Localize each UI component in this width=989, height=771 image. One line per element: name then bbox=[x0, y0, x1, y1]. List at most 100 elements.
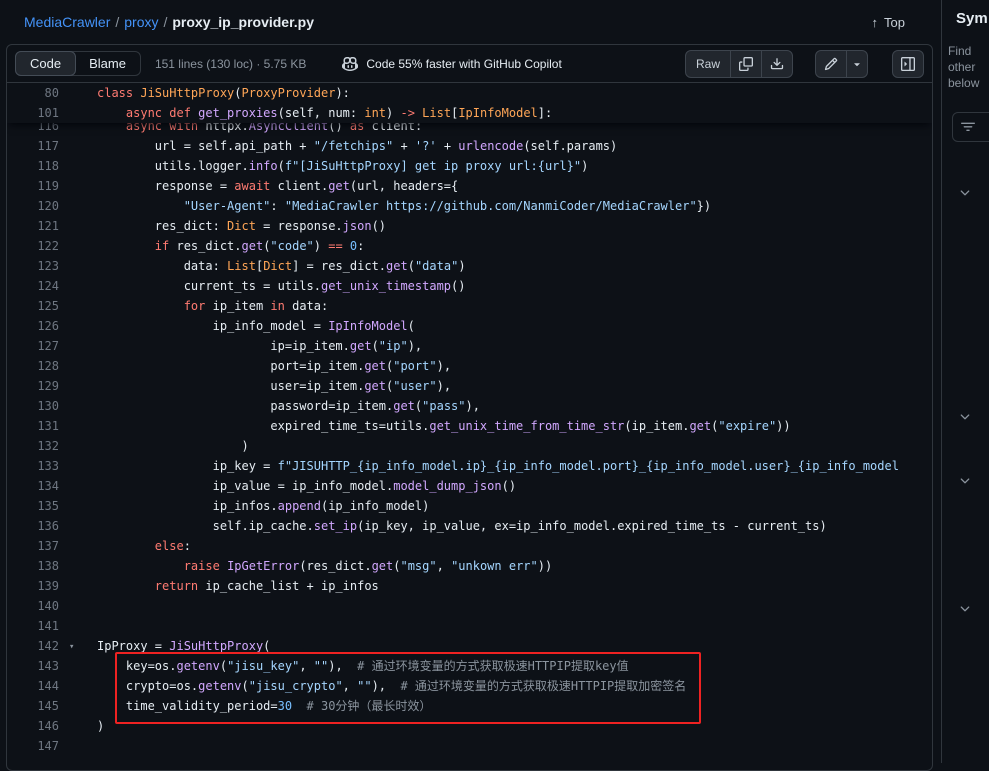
line-number[interactable]: 121 bbox=[7, 216, 59, 236]
symbols-hint-line: Find bbox=[948, 43, 989, 59]
line-number[interactable]: 132 bbox=[7, 436, 59, 456]
symbol-section-toggle[interactable] bbox=[958, 410, 972, 424]
line-number[interactable]: 124 bbox=[7, 276, 59, 296]
code-text: self.ip_cache.set_ip(ip_key, ip_value, e… bbox=[59, 516, 827, 536]
line-number[interactable]: 126 bbox=[7, 316, 59, 336]
code-text: url = self.api_path + "/fetchips" + '?' … bbox=[59, 136, 617, 156]
line-number[interactable]: 131 bbox=[7, 416, 59, 436]
code-line: 133 ip_key = f"JISUHTTP_{ip_info_model.i… bbox=[7, 456, 932, 476]
code-line: 134 ip_value = ip_info_model.model_dump_… bbox=[7, 476, 932, 496]
line-number[interactable]: 137 bbox=[7, 536, 59, 556]
breadcrumb-path: MediaCrawler/proxy/proxy_ip_provider.py bbox=[24, 14, 314, 30]
code-text: expired_time_ts=utils.get_unix_time_from… bbox=[59, 416, 791, 436]
line-number[interactable]: 119 bbox=[7, 176, 59, 196]
code-line: 145 time_validity_period=30 # 30分钟（最长时效） bbox=[7, 696, 932, 716]
line-number[interactable]: 146 bbox=[7, 716, 59, 736]
code-line: 127 ip=ip_item.get("ip"), bbox=[7, 336, 932, 356]
line-number[interactable]: 133 bbox=[7, 456, 59, 476]
copilot-promo[interactable]: Code 55% faster with GitHub Copilot bbox=[342, 56, 561, 72]
code-line: 147 bbox=[7, 736, 932, 756]
line-number[interactable]: 123 bbox=[7, 256, 59, 276]
raw-copy-download-group: Raw bbox=[685, 50, 793, 78]
code-text: response = await client.get(url, headers… bbox=[59, 176, 458, 196]
code-area: 116 async with httpx.AsyncClient() as cl… bbox=[7, 83, 932, 770]
breadcrumb: MediaCrawler/proxy/proxy_ip_provider.py … bbox=[0, 0, 941, 44]
line-number[interactable]: 122 bbox=[7, 236, 59, 256]
code-blame-toggle: Code Blame bbox=[15, 51, 141, 76]
line-number[interactable]: 120 bbox=[7, 196, 59, 216]
code-line: 141 bbox=[7, 616, 932, 636]
line-number[interactable]: 127 bbox=[7, 336, 59, 356]
pencil-icon bbox=[824, 57, 838, 71]
copy-button[interactable] bbox=[730, 50, 762, 78]
line-number[interactable]: 125 bbox=[7, 296, 59, 316]
line-number[interactable]: 136 bbox=[7, 516, 59, 536]
symbols-hint-line: below bbox=[948, 75, 989, 91]
line-number[interactable]: 145 bbox=[7, 696, 59, 716]
line-number[interactable]: 117 bbox=[7, 136, 59, 156]
code-text: ) bbox=[59, 436, 249, 456]
code-text: key=os.getenv("jisu_key", ""), # 通过环境变量的… bbox=[59, 656, 629, 676]
sidebar-panel-icon bbox=[901, 57, 915, 71]
line-number[interactable]: 101 bbox=[7, 103, 59, 123]
code-text: IpProxy = JiSuHttpProxy( bbox=[59, 636, 270, 656]
line-number[interactable]: 141 bbox=[7, 616, 59, 636]
line-number[interactable]: 80 bbox=[7, 83, 59, 103]
code-line: 117 url = self.api_path + "/fetchips" + … bbox=[7, 136, 932, 156]
line-number[interactable]: 147 bbox=[7, 736, 59, 756]
code-line: 137 else: bbox=[7, 536, 932, 556]
breadcrumb-filename: proxy_ip_provider.py bbox=[172, 14, 314, 30]
edit-button[interactable] bbox=[815, 50, 847, 78]
code-text: ip_infos.append(ip_info_model) bbox=[59, 496, 429, 516]
code-line: 143 key=os.getenv("jisu_key", ""), # 通过环… bbox=[7, 656, 932, 676]
tab-blame[interactable]: Blame bbox=[75, 52, 140, 75]
code-text: data: List[Dict] = res_dict.get("data") bbox=[59, 256, 466, 276]
symbols-sidebar: Sym Find other below bbox=[941, 0, 989, 763]
code-line: 118 utils.logger.info(f"[JiSuHttpProxy] … bbox=[7, 156, 932, 176]
line-number[interactable]: 129 bbox=[7, 376, 59, 396]
triangle-down-icon bbox=[851, 58, 863, 70]
line-number[interactable]: 135 bbox=[7, 496, 59, 516]
line-number[interactable]: 143 bbox=[7, 656, 59, 676]
line-number[interactable]: 134 bbox=[7, 476, 59, 496]
chevron-down-icon bbox=[958, 410, 972, 424]
code-text: res_dict: Dict = response.json() bbox=[59, 216, 386, 236]
file-meta-text: 151 lines (130 loc) · 5.75 KB bbox=[155, 57, 306, 71]
download-button[interactable] bbox=[761, 50, 793, 78]
breadcrumb-repo-link[interactable]: MediaCrawler bbox=[24, 14, 110, 30]
code-text: current_ts = utils.get_unix_timestamp() bbox=[59, 276, 465, 296]
filter-symbols-button[interactable] bbox=[952, 112, 989, 142]
line-number[interactable]: 128 bbox=[7, 356, 59, 376]
code-line: 136 self.ip_cache.set_ip(ip_key, ip_valu… bbox=[7, 516, 932, 536]
code-text: "User-Agent": "MediaCrawler https://gith… bbox=[59, 196, 711, 216]
line-number[interactable]: 130 bbox=[7, 396, 59, 416]
tab-code[interactable]: Code bbox=[15, 51, 76, 76]
symbol-section-toggle[interactable] bbox=[958, 186, 972, 200]
symbols-panel-button[interactable] bbox=[892, 50, 924, 78]
code-text: return ip_cache_list + ip_infos bbox=[59, 576, 379, 596]
line-number[interactable]: 118 bbox=[7, 156, 59, 176]
code-text: utils.logger.info(f"[JiSuHttpProxy] get … bbox=[59, 156, 588, 176]
symbol-section-toggle[interactable] bbox=[958, 602, 972, 616]
breadcrumb-folder-link[interactable]: proxy bbox=[124, 14, 158, 30]
chevron-down-icon bbox=[958, 602, 972, 616]
code-line: 132 ) bbox=[7, 436, 932, 456]
edit-dropdown-button[interactable] bbox=[846, 50, 868, 78]
arrow-up-icon: ↑ bbox=[872, 15, 879, 30]
code-text bbox=[59, 736, 97, 756]
line-number[interactable]: 144 bbox=[7, 676, 59, 696]
line-number[interactable]: 139 bbox=[7, 576, 59, 596]
raw-button[interactable]: Raw bbox=[685, 50, 731, 78]
symbol-section-toggle[interactable] bbox=[958, 474, 972, 488]
collapse-chevron-icon[interactable]: ▾ bbox=[69, 637, 74, 657]
code-line: 120 "User-Agent": "MediaCrawler https://… bbox=[7, 196, 932, 216]
code-line: 135 ip_infos.append(ip_info_model) bbox=[7, 496, 932, 516]
line-number[interactable]: 140 bbox=[7, 596, 59, 616]
file-toolbar: Code Blame 151 lines (130 loc) · 5.75 KB… bbox=[7, 45, 932, 83]
code-line: 138 raise IpGetError(res_dict.get("msg",… bbox=[7, 556, 932, 576]
line-number[interactable]: 142 bbox=[7, 636, 59, 656]
line-number[interactable]: 138 bbox=[7, 556, 59, 576]
back-to-top-button[interactable]: ↑ Top bbox=[866, 14, 911, 31]
code-text: crypto=os.getenv("jisu_crypto", ""), # 通… bbox=[59, 676, 686, 696]
code-line: 128 port=ip_item.get("port"), bbox=[7, 356, 932, 376]
